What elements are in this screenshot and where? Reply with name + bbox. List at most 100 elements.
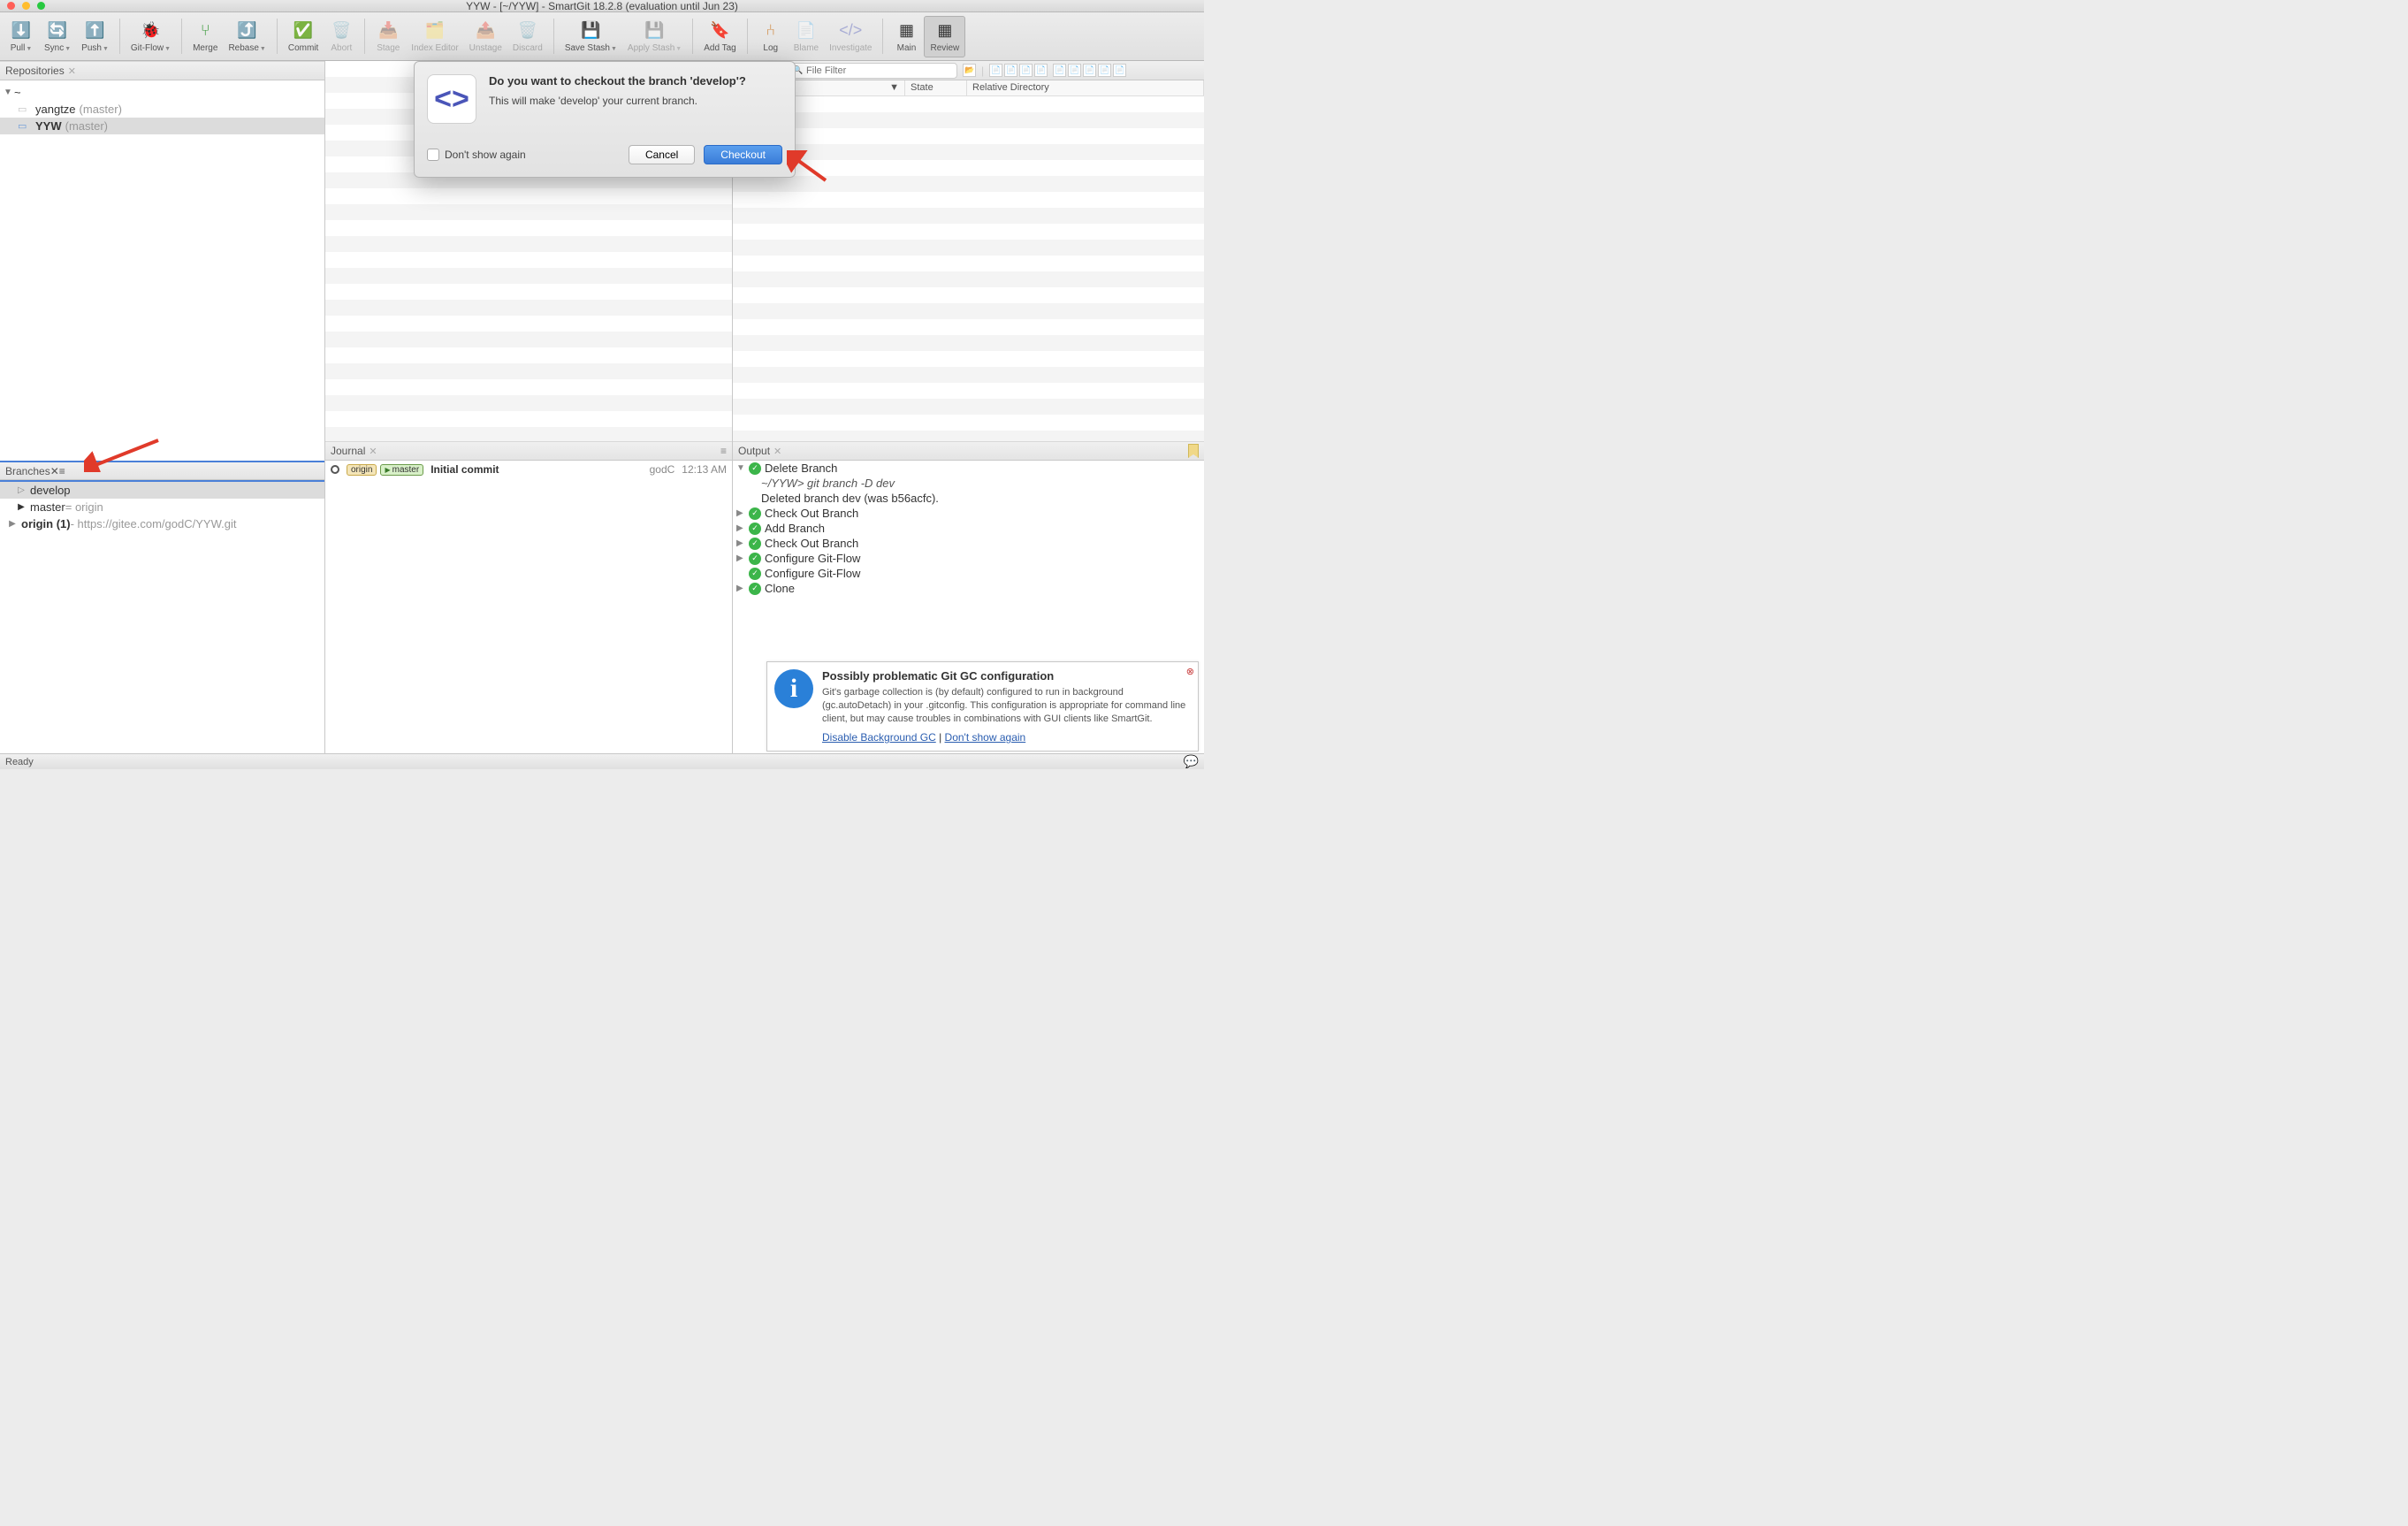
branches-panel: ▷ develop ▶ master = origin ▶ origin (1)… <box>0 480 324 753</box>
output-item[interactable]: ▶ ✓ Configure Git-Flow <box>733 551 1204 566</box>
chevron-right-icon: ▶ <box>736 508 747 518</box>
file-filter-input[interactable] <box>789 63 957 79</box>
chevron-right-icon: ▶ <box>736 523 747 533</box>
dont-show-again-link[interactable]: Don't show again <box>945 731 1026 744</box>
output-label: Add Branch <box>765 522 825 535</box>
output-result: Deleted branch dev (was b56acfc). <box>733 491 1204 506</box>
branch-outline-arrow-icon: ▷ <box>16 485 27 495</box>
close-icon[interactable]: ✕ <box>50 465 59 477</box>
status-text: Ready <box>5 757 34 767</box>
repo-item-yyw[interactable]: ▭ YYW (master) <box>0 118 324 134</box>
repositories-label: Repositories <box>5 65 65 77</box>
branches-panel-header: Branches ✕ ≡ <box>0 461 324 480</box>
bookmark-icon[interactable] <box>1188 444 1199 458</box>
filter-icon[interactable]: 📄 <box>1034 64 1048 77</box>
checkout-button[interactable]: Checkout <box>704 145 782 164</box>
cancel-button[interactable]: Cancel <box>629 145 695 164</box>
output-item[interactable]: ▶ ✓ Check Out Branch <box>733 506 1204 521</box>
menu-icon[interactable]: ≡ <box>720 445 727 457</box>
journal-label: Journal <box>331 445 365 457</box>
output-item[interactable]: ✓ Configure Git-Flow <box>733 566 1204 581</box>
info-icon: i <box>774 669 813 708</box>
repo-branch: (master) <box>65 119 108 133</box>
discard-button: 🗑️Discard <box>507 17 548 57</box>
col-relative-directory[interactable]: Relative Directory <box>967 80 1204 95</box>
add-tag-icon: 🔖 <box>709 20 730 42</box>
close-icon[interactable]: ✕ <box>773 446 781 457</box>
output-label: Configure Git-Flow <box>765 552 860 565</box>
output-label: Check Out Branch <box>765 537 858 550</box>
journal-panel-header: Journal ✕ ≡ <box>325 441 732 461</box>
filter-icon[interactable]: 📂 <box>963 64 976 77</box>
repositories-panel: ▼ ~ ▭ yangtze (master) ▭ YYW (master) <box>0 80 324 461</box>
close-icon[interactable]: ✕ <box>369 446 377 457</box>
close-icon[interactable]: ⊗ <box>1186 666 1194 677</box>
filter-icon[interactable]: 📄 <box>1053 64 1066 77</box>
stage-icon: 📥 <box>377 20 399 42</box>
gitflow-button[interactable]: 🐞Git-Flow▼ <box>126 17 176 57</box>
branch-name: master <box>30 500 65 514</box>
chevron-right-icon: ▶ <box>736 584 747 593</box>
rebase-button[interactable]: ⤴️Rebase▼ <box>223 17 271 57</box>
output-item[interactable]: ▶ ✓ Clone <box>733 581 1204 596</box>
repo-root-label: ~ <box>14 86 21 99</box>
output-label: Output <box>738 445 770 457</box>
commit-author: godC <box>650 463 675 476</box>
main-view-button[interactable]: ▦Main <box>888 17 924 57</box>
output-item[interactable]: ▼ ✓ Delete Branch <box>733 461 1204 476</box>
left-column: Repositories ✕ ▼ ~ ▭ yangtze (master) ▭ … <box>0 61 325 753</box>
dialog-title: Do you want to checkout the branch 'deve… <box>489 74 782 88</box>
review-view-button[interactable]: ▦Review <box>924 16 965 57</box>
chevron-right-icon: ▶ <box>736 538 747 548</box>
branch-master[interactable]: ▶ master = origin <box>0 499 324 515</box>
pull-button[interactable]: ⬇️Pull▼ <box>4 17 39 57</box>
filter-icon[interactable]: 📄 <box>1068 64 1081 77</box>
main-view-icon: ▦ <box>895 20 917 42</box>
filter-icon[interactable]: 📄 <box>1098 64 1111 77</box>
add-tag-button[interactable]: 🔖Add Tag <box>698 17 742 57</box>
rebase-icon: ⤴️ <box>237 20 258 42</box>
repo-root-row[interactable]: ▼ ~ <box>0 84 324 101</box>
info-title: Possibly problematic Git GC configuratio… <box>822 669 1191 683</box>
filter-icon[interactable]: 📄 <box>1083 64 1096 77</box>
apply-stash-icon: 💾 <box>644 20 666 42</box>
save-stash-button[interactable]: 💾Save Stash▼ <box>560 17 622 57</box>
chevron-right-icon: ▶ <box>736 553 747 563</box>
filter-icon[interactable]: 📄 <box>989 64 1002 77</box>
merge-button[interactable]: ⑂Merge <box>187 17 223 57</box>
dialog-body: This will make 'develop' your current br… <box>489 95 782 107</box>
filter-icon[interactable]: 📄 <box>1019 64 1033 77</box>
filter-icon[interactable]: 📄 <box>1113 64 1126 77</box>
sync-button[interactable]: 🔄Sync▼ <box>39 17 76 57</box>
dont-show-checkbox[interactable] <box>427 149 439 161</box>
right-column: es hidden 📂 | 📄 📄 📄 📄 📄 📄 📄 <box>733 61 1204 753</box>
output-item[interactable]: ▶ ✓ Add Branch <box>733 521 1204 536</box>
close-icon[interactable]: ✕ <box>68 65 76 77</box>
filter-icon[interactable]: 📄 <box>1004 64 1017 77</box>
branch-develop[interactable]: ▷ develop <box>0 482 324 499</box>
investigate-button: </>Investigate <box>824 17 877 57</box>
branch-tracking: = origin <box>65 500 103 514</box>
output-item[interactable]: ▶ ✓ Check Out Branch <box>733 536 1204 551</box>
blame-button: 📄Blame <box>789 17 824 57</box>
commit-button[interactable]: ✅Commit <box>283 17 324 57</box>
discard-icon: 🗑️ <box>517 20 538 42</box>
apply-stash-button: 💾Apply Stash▼ <box>622 17 687 57</box>
log-button[interactable]: ⑃Log <box>753 17 789 57</box>
repo-item-yangtze[interactable]: ▭ yangtze (master) <box>0 101 324 118</box>
push-icon: ⬆️ <box>85 20 106 42</box>
chevron-down-icon: ▼ <box>736 463 747 473</box>
push-button[interactable]: ⬆️Push▼ <box>76 17 114 57</box>
chat-icon[interactable]: 💬 <box>1184 754 1199 769</box>
output-panel-header: Output ✕ <box>733 441 1204 461</box>
menu-icon[interactable]: ≡ <box>59 465 65 477</box>
repo-name: YYW <box>35 119 62 133</box>
journal-panel: origin master Initial commit godC 12:13 … <box>325 461 732 753</box>
origin-label: origin (1) <box>21 517 71 530</box>
window-title: YYW - [~/YYW] - SmartGit 18.2.8 (evaluat… <box>0 0 1204 12</box>
commit-row[interactable]: origin master Initial commit godC 12:13 … <box>325 461 732 478</box>
remote-origin[interactable]: ▶ origin (1) - https://gitee.com/godC/YY… <box>0 515 324 532</box>
unstage-icon: 📤 <box>475 20 496 42</box>
disable-gc-link[interactable]: Disable Background GC <box>822 731 936 744</box>
col-state[interactable]: State <box>905 80 967 95</box>
